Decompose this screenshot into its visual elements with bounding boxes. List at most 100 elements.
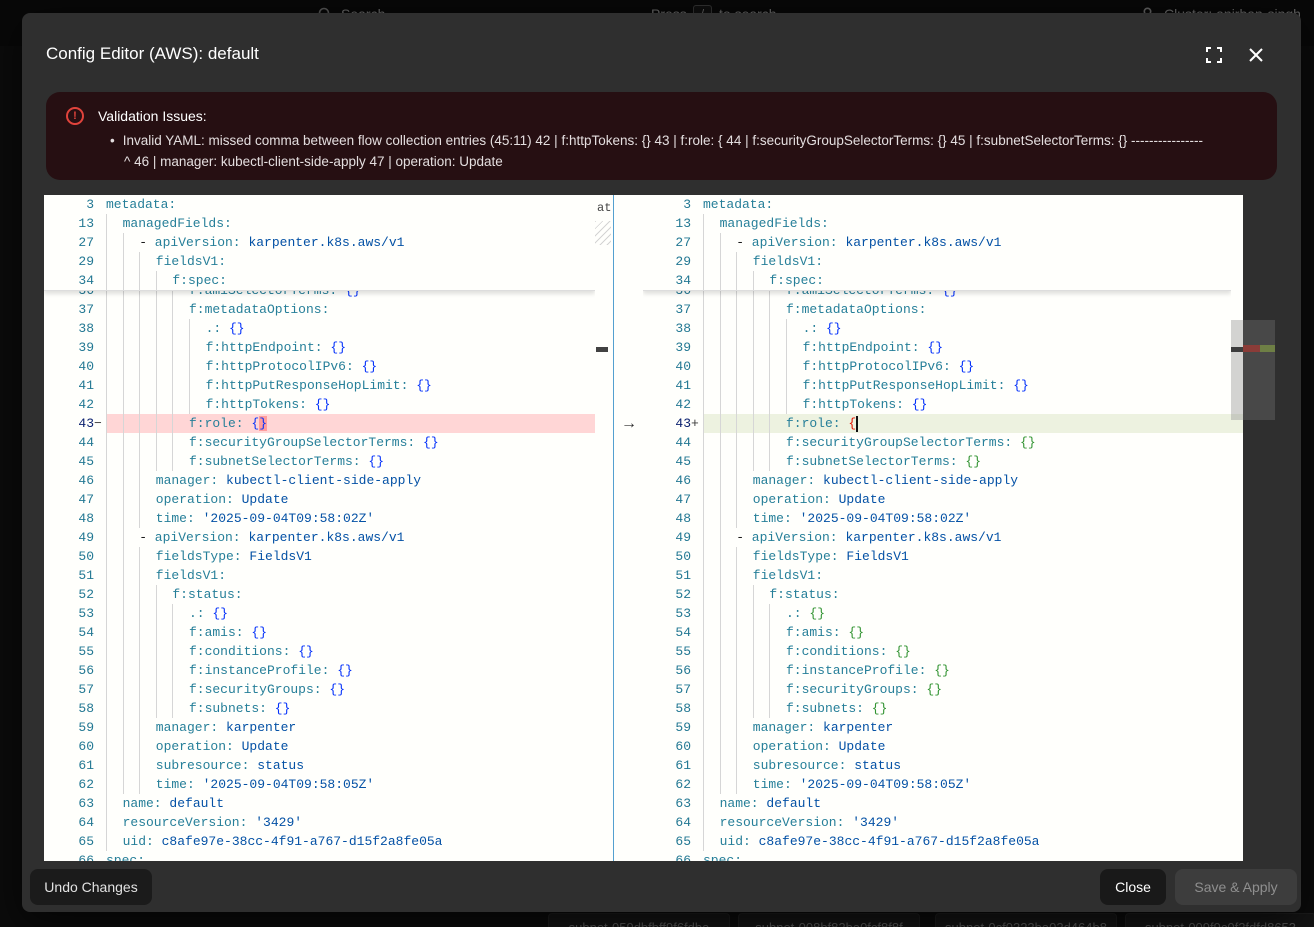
code-line[interactable]: 64resourceVersion: '3429' xyxy=(44,813,595,832)
original-scrollbar[interactable]: at xyxy=(595,195,613,861)
code-line[interactable]: 56f:instanceProfile: {} xyxy=(643,661,1231,680)
close-button[interactable]: Close xyxy=(1100,869,1166,905)
diff-sign xyxy=(94,699,106,718)
modified-scrollbar[interactable] xyxy=(1231,195,1243,861)
dialog-title: Config Editor (AWS): default xyxy=(46,44,259,64)
code-line[interactable]: 50fieldsType: FieldsV1 xyxy=(44,547,595,566)
code-line[interactable]: 66spec: xyxy=(44,851,595,861)
code-line[interactable]: 27- apiVersion: karpenter.k8s.aws/v1 xyxy=(643,233,1231,252)
code-line[interactable]: 63name: default xyxy=(643,794,1231,813)
code-line[interactable]: 38.: {} xyxy=(643,319,1231,338)
code-line[interactable]: 49- apiVersion: karpenter.k8s.aws/v1 xyxy=(643,528,1231,547)
code-line[interactable]: 48time: '2025-09-04T09:58:02Z' xyxy=(44,509,595,528)
revert-change-arrow-icon[interactable]: → xyxy=(618,414,640,433)
code-line[interactable]: 41f:httpPutResponseHopLimit: {} xyxy=(44,376,595,395)
code-line[interactable]: 42f:httpTokens: {} xyxy=(643,395,1231,414)
code-line[interactable]: 60operation: Update xyxy=(44,737,595,756)
code-line[interactable]: 37f:metadataOptions: xyxy=(643,300,1231,319)
code-line[interactable]: 55f:conditions: {} xyxy=(44,642,595,661)
code-line[interactable]: 50fieldsType: FieldsV1 xyxy=(643,547,1231,566)
diff-sash[interactable]: → xyxy=(613,195,645,861)
code-line[interactable]: 51fieldsV1: xyxy=(643,566,1231,585)
code-text: - apiVersion: karpenter.k8s.aws/v1 xyxy=(106,233,595,252)
code-line[interactable]: 29fieldsV1: xyxy=(44,252,595,271)
code-line[interactable]: 62time: '2025-09-04T09:58:05Z' xyxy=(44,775,595,794)
code-line[interactable]: 59manager: karpenter xyxy=(643,718,1231,737)
code-text: manager: karpenter xyxy=(703,718,1231,737)
code-line[interactable]: 3metadata: xyxy=(643,195,1231,214)
diff-overview-ruler[interactable] xyxy=(1243,195,1275,861)
code-line[interactable]: 61subresource: status xyxy=(44,756,595,775)
code-line[interactable]: 39f:httpEndpoint: {} xyxy=(44,338,595,357)
code-line[interactable]: 52f:status: xyxy=(643,585,1231,604)
line-number: 45 xyxy=(643,452,691,471)
line-number: 48 xyxy=(643,509,691,528)
diff-modified-pane[interactable]: 36f:amiSelectorTerms: {}37f:metadataOpti… xyxy=(643,195,1231,861)
code-line[interactable]: 55f:conditions: {} xyxy=(643,642,1231,661)
code-line[interactable]: 39f:httpEndpoint: {} xyxy=(643,338,1231,357)
code-line[interactable]: 44f:securityGroupSelectorTerms: {} xyxy=(643,433,1231,452)
code-line[interactable]: 59manager: karpenter xyxy=(44,718,595,737)
code-line[interactable]: 51fieldsV1: xyxy=(44,566,595,585)
code-line[interactable]: 48time: '2025-09-04T09:58:02Z' xyxy=(643,509,1231,528)
code-line[interactable]: 47operation: Update xyxy=(643,490,1231,509)
diff-sign xyxy=(94,528,106,547)
code-line[interactable]: 65uid: c8afe97e-38cc-4f91-a767-d15f2a8fe… xyxy=(643,832,1231,851)
diff-sign xyxy=(94,271,106,290)
code-text: - apiVersion: karpenter.k8s.aws/v1 xyxy=(703,233,1231,252)
code-line[interactable]: 27 - apiVersion: karpenter.k8s.aws/v1 xyxy=(44,233,595,252)
save-apply-button[interactable]: Save & Apply xyxy=(1175,869,1297,905)
code-line[interactable]: 38.: {} xyxy=(44,319,595,338)
code-line[interactable]: 52f:status: xyxy=(44,585,595,604)
line-number: 27 xyxy=(44,233,94,252)
code-line[interactable]: 54f:amis: {} xyxy=(643,623,1231,642)
code-line[interactable]: 62time: '2025-09-04T09:58:05Z' xyxy=(643,775,1231,794)
code-line[interactable]: 57f:securityGroups: {} xyxy=(44,680,595,699)
code-line[interactable]: 49- apiVersion: karpenter.k8s.aws/v1 xyxy=(44,528,595,547)
code-line[interactable]: 58f:subnets: {} xyxy=(643,699,1231,718)
code-line[interactable]: 43+f:role: { xyxy=(643,414,1231,433)
code-line[interactable]: 63name: default xyxy=(44,794,595,813)
line-number: 63 xyxy=(44,794,94,813)
code-line[interactable]: 3metadata: xyxy=(44,195,595,214)
code-line[interactable]: 43−f:role: {} xyxy=(44,414,595,433)
code-line[interactable]: 34f:spec: xyxy=(643,271,1231,290)
code-line[interactable]: 65uid: c8afe97e-38cc-4f91-a767-d15f2a8fe… xyxy=(44,832,595,851)
code-line[interactable]: 45f:subnetSelectorTerms: {} xyxy=(643,452,1231,471)
code-line[interactable]: 66spec: xyxy=(643,851,1231,861)
diff-original-pane[interactable]: 36f:amiSelectorTerms: {}37f:metadataOpti… xyxy=(44,195,595,861)
code-line[interactable]: 13managedFields: xyxy=(44,214,595,233)
line-number: 34 xyxy=(643,271,691,290)
code-line[interactable]: 58f:subnets: {} xyxy=(44,699,595,718)
code-line[interactable]: 54f:amis: {} xyxy=(44,623,595,642)
code-line[interactable]: 42f:httpTokens: {} xyxy=(44,395,595,414)
diff-sign xyxy=(691,338,703,357)
code-line[interactable]: 40f:httpProtocolIPv6: {} xyxy=(44,357,595,376)
code-line[interactable]: 29fieldsV1: xyxy=(643,252,1231,271)
code-line[interactable]: 53.: {} xyxy=(44,604,595,623)
code-line[interactable]: 46manager: kubectl-client-side-apply xyxy=(44,471,595,490)
code-line[interactable]: 37f:metadataOptions: xyxy=(44,300,595,319)
code-line[interactable]: 64resourceVersion: '3429' xyxy=(643,813,1231,832)
undo-changes-button[interactable]: Undo Changes xyxy=(30,869,152,905)
diff-sign xyxy=(691,794,703,813)
code-line[interactable]: 61subresource: status xyxy=(643,756,1231,775)
fullscreen-icon[interactable] xyxy=(1202,43,1226,67)
code-line[interactable]: 53.: {} xyxy=(643,604,1231,623)
code-line[interactable]: 45f:subnetSelectorTerms: {} xyxy=(44,452,595,471)
code-line[interactable]: 56f:instanceProfile: {} xyxy=(44,661,595,680)
code-line[interactable]: 40f:httpProtocolIPv6: {} xyxy=(643,357,1231,376)
close-icon[interactable] xyxy=(1244,43,1268,67)
scrollbar-thumb[interactable] xyxy=(1231,320,1243,420)
diff-sign xyxy=(691,566,703,585)
code-line[interactable]: 46manager: kubectl-client-side-apply xyxy=(643,471,1231,490)
code-line[interactable]: 57f:securityGroups: {} xyxy=(643,680,1231,699)
code-line[interactable]: 13managedFields: xyxy=(643,214,1231,233)
code-line[interactable]: 47operation: Update xyxy=(44,490,595,509)
code-line[interactable]: 41f:httpPutResponseHopLimit: {} xyxy=(643,376,1231,395)
code-line[interactable]: 34f:spec: xyxy=(44,271,595,290)
code-line[interactable]: 60operation: Update xyxy=(643,737,1231,756)
code-text: f:securityGroupSelectorTerms: {} xyxy=(106,433,595,452)
diff-sign xyxy=(691,490,703,509)
code-line[interactable]: 44f:securityGroupSelectorTerms: {} xyxy=(44,433,595,452)
